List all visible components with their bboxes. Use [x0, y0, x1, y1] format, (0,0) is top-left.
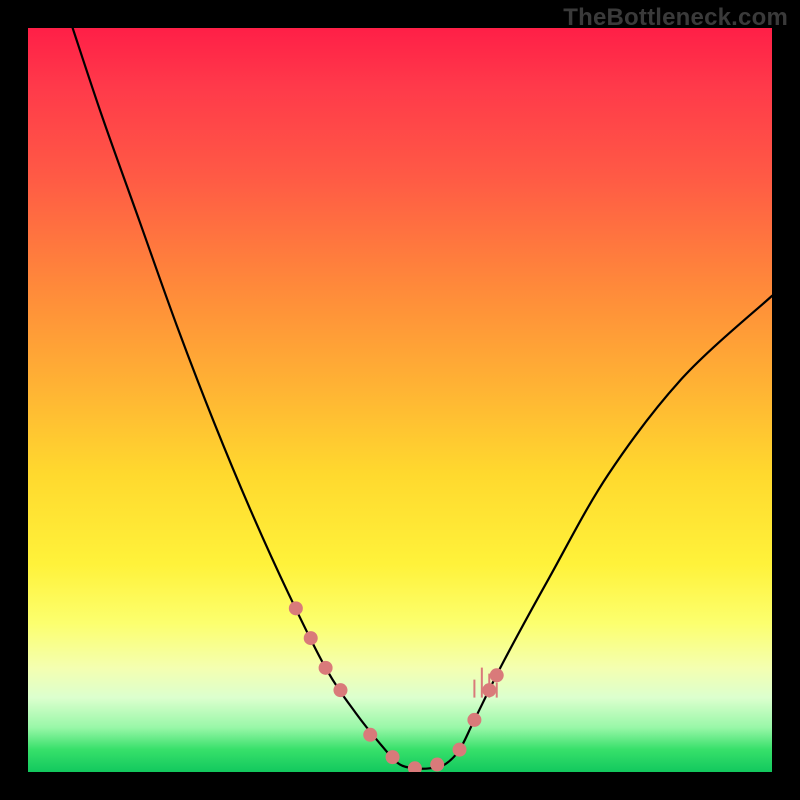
marker-dot: [467, 713, 481, 727]
marker-dot: [333, 683, 347, 697]
marker-dot: [289, 601, 303, 615]
chart-frame: TheBottleneck.com: [0, 0, 800, 800]
marker-dot: [430, 758, 444, 772]
plot-area: [28, 28, 772, 772]
watermark-text: TheBottleneck.com: [563, 4, 788, 32]
marker-dot: [408, 761, 422, 772]
marker-dot: [363, 728, 377, 742]
marker-dots: [289, 601, 504, 772]
curve-svg: [28, 28, 772, 772]
marker-dot: [490, 668, 504, 682]
marker-dot: [304, 631, 318, 645]
marker-dot: [319, 661, 333, 675]
bottleneck-curve: [73, 28, 772, 769]
marker-dot: [386, 750, 400, 764]
spike-group: [474, 668, 496, 698]
marker-dot: [482, 683, 496, 697]
marker-dot: [453, 743, 467, 757]
